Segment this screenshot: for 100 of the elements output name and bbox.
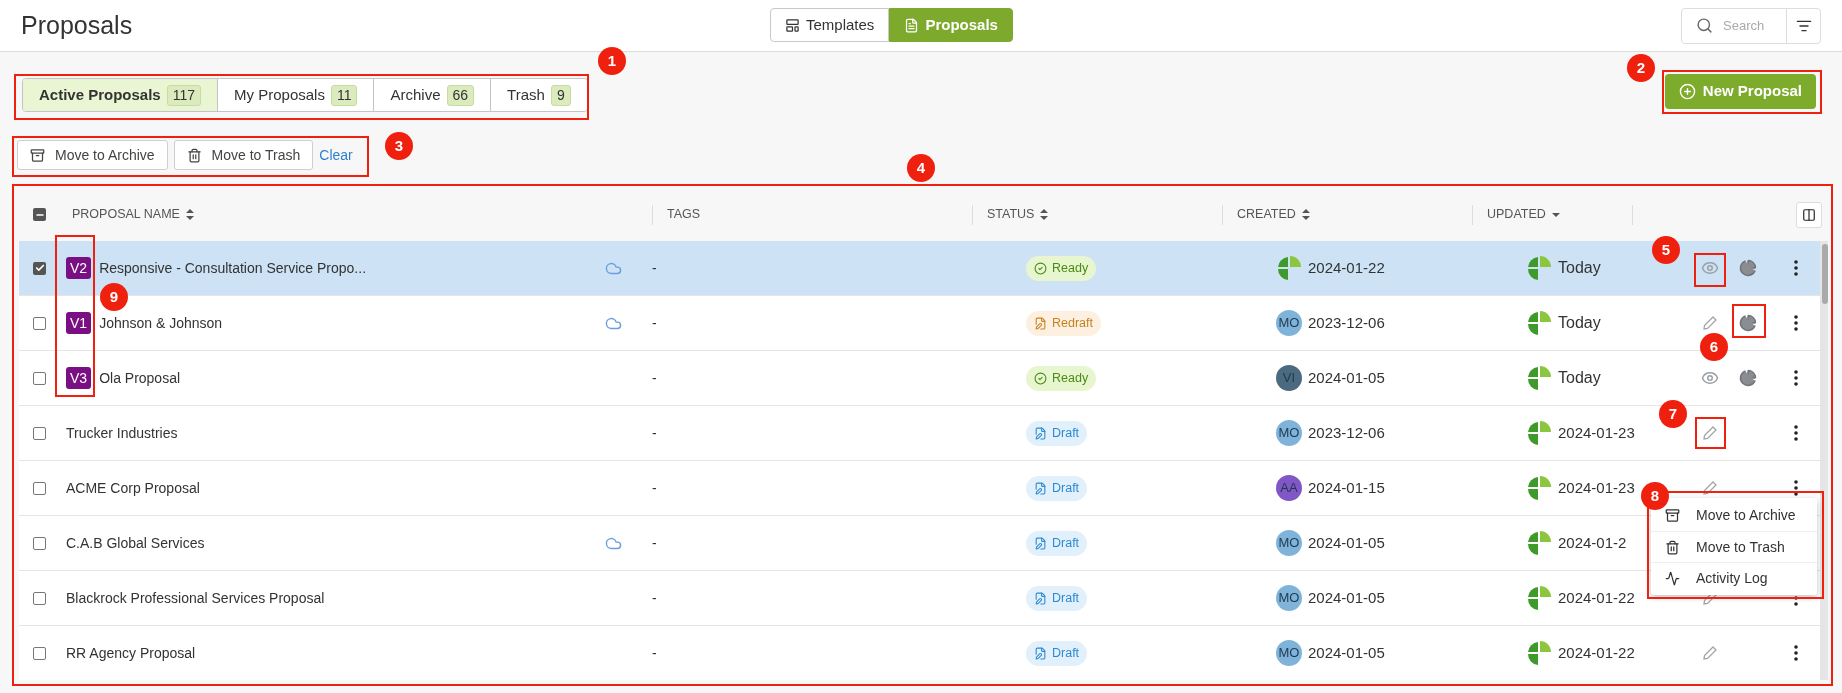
check-circle-icon xyxy=(1034,371,1047,385)
status-badge: Draft xyxy=(1026,640,1088,666)
updated-date: 2024-01-22 xyxy=(1558,587,1635,608)
proposal-name[interactable]: ACME Corp Proposal xyxy=(66,477,200,499)
tags-cell-text: - xyxy=(652,368,658,388)
pie-chart-icon xyxy=(1739,314,1757,332)
user-avatar: AA xyxy=(1276,475,1302,501)
row-checkbox[interactable] xyxy=(33,261,46,275)
proposal-name[interactable]: RR Agency Proposal xyxy=(66,642,196,664)
tags-cell-text: - xyxy=(652,533,658,553)
row-checkbox[interactable] xyxy=(33,371,46,385)
column-header[interactable]: CREATED xyxy=(1237,205,1296,224)
pie-chart-icon xyxy=(1739,259,1757,277)
kebab-icon xyxy=(1794,425,1798,441)
user-avatar: MO xyxy=(1276,640,1302,666)
filter-tab[interactable]: Trash 9 xyxy=(490,79,587,111)
edit-document-icon xyxy=(1034,426,1047,440)
columns-button[interactable] xyxy=(1796,201,1822,228)
archive-icon xyxy=(30,147,45,163)
proposal-name[interactable]: Trucker Industries xyxy=(66,422,178,444)
edit-document-icon xyxy=(1034,646,1047,660)
created-date: 2024-01-05 xyxy=(1308,587,1385,608)
updated-date: 2024-01-2 xyxy=(1558,532,1627,553)
updated-date: 2024-01-23 xyxy=(1558,422,1635,443)
user-avatar: MO xyxy=(1276,310,1302,336)
count-badge: 9 xyxy=(550,84,571,106)
tags-cell-text: - xyxy=(652,258,658,278)
pie-chart-icon xyxy=(1739,369,1757,387)
logo-icon xyxy=(1526,310,1552,336)
table-row[interactable]: RR Agency Proposal - Draft MO 2024-01-05 2024-01-22 xyxy=(19,626,1820,680)
status-badge: Draft xyxy=(1026,475,1088,501)
column-header[interactable]: TAGS xyxy=(667,205,701,224)
pencil-icon xyxy=(1703,316,1717,330)
bulk-action-button[interactable]: Move to Trash xyxy=(173,140,314,170)
status-badge: Redraft xyxy=(1026,310,1101,336)
kebab-icon xyxy=(1794,315,1798,331)
tags-cell-text: - xyxy=(652,423,658,443)
select-all-checkbox[interactable] xyxy=(33,208,46,221)
count-badge: 66 xyxy=(446,84,475,106)
plus-icon xyxy=(1678,83,1696,100)
row-checkbox[interactable] xyxy=(33,426,46,440)
trash-icon xyxy=(186,147,202,163)
menu-item[interactable]: Move to Trash xyxy=(1651,531,1817,562)
status-badge: Ready xyxy=(1026,255,1097,281)
logo-icon xyxy=(1526,585,1552,611)
created-date: 2024-01-05 xyxy=(1308,532,1385,553)
row-checkbox[interactable] xyxy=(33,481,46,495)
user-avatar: MO xyxy=(1276,530,1302,556)
sort-icon[interactable] xyxy=(185,209,194,220)
check-icon xyxy=(34,263,45,273)
menu-item[interactable]: Activity Log xyxy=(1651,562,1817,593)
eye-icon xyxy=(1701,369,1719,387)
edit-document-icon xyxy=(1034,591,1047,605)
callout-number: 5 xyxy=(1652,236,1680,264)
proposal-name[interactable]: Johnson & Johnson xyxy=(99,312,223,334)
scrollbar[interactable] xyxy=(1822,244,1828,304)
tags-cell-text: - xyxy=(652,313,658,333)
row-checkbox[interactable] xyxy=(33,646,46,660)
updated-date: Today xyxy=(1558,368,1601,388)
kebab-icon xyxy=(1794,260,1798,276)
view-tab[interactable]: Templates xyxy=(770,8,890,42)
sort-down-icon[interactable] xyxy=(1551,212,1560,217)
activity-icon xyxy=(1665,570,1680,586)
bulk-action-button[interactable]: Move to Archive xyxy=(17,140,168,170)
callout-number: 4 xyxy=(907,154,935,182)
document-icon xyxy=(904,17,920,33)
sort-icon[interactable] xyxy=(1301,209,1310,220)
proposal-name[interactable]: Blackrock Professional Services Proposal xyxy=(66,587,325,609)
created-date: 2024-01-22 xyxy=(1308,257,1385,278)
proposal-name[interactable]: Responsive - Consultation Service Propo... xyxy=(99,257,367,279)
logo-icon xyxy=(1526,530,1552,556)
logo-icon xyxy=(1526,475,1552,501)
version-badge: V3 xyxy=(66,367,92,389)
edit-document-icon xyxy=(1034,316,1047,330)
proposal-name[interactable]: Ola Proposal xyxy=(99,367,181,389)
row-checkbox[interactable] xyxy=(33,536,46,550)
search-icon xyxy=(1696,17,1713,34)
logo-icon xyxy=(1276,255,1302,281)
user-avatar: MO xyxy=(1276,420,1302,446)
logo-icon xyxy=(1526,255,1552,281)
eye-icon xyxy=(1701,259,1719,277)
edit-document-icon xyxy=(1034,536,1047,550)
created-date: 2024-01-05 xyxy=(1308,367,1385,388)
column-header[interactable]: UPDATED xyxy=(1487,205,1546,224)
template-icon xyxy=(785,17,800,33)
clear-link[interactable]: Clear xyxy=(319,144,353,166)
count-badge: 117 xyxy=(166,84,202,106)
column-header[interactable]: STATUS xyxy=(987,205,1035,224)
kebab-icon xyxy=(1794,480,1798,496)
row-checkbox[interactable] xyxy=(33,316,46,330)
updated-date: 2024-01-22 xyxy=(1558,642,1635,663)
created-date: 2023-12-06 xyxy=(1308,312,1385,333)
sort-icon[interactable] xyxy=(1040,209,1049,220)
proposal-name[interactable]: C.A.B Global Services xyxy=(66,532,205,554)
row-checkbox[interactable] xyxy=(33,591,46,605)
column-header[interactable]: PROPOSAL NAME xyxy=(72,205,180,224)
check-circle-icon xyxy=(1034,261,1047,275)
updated-date: Today xyxy=(1558,313,1601,333)
filter-tab[interactable]: Active Proposals 117 xyxy=(23,79,218,111)
callout-number: 1 xyxy=(598,47,626,75)
